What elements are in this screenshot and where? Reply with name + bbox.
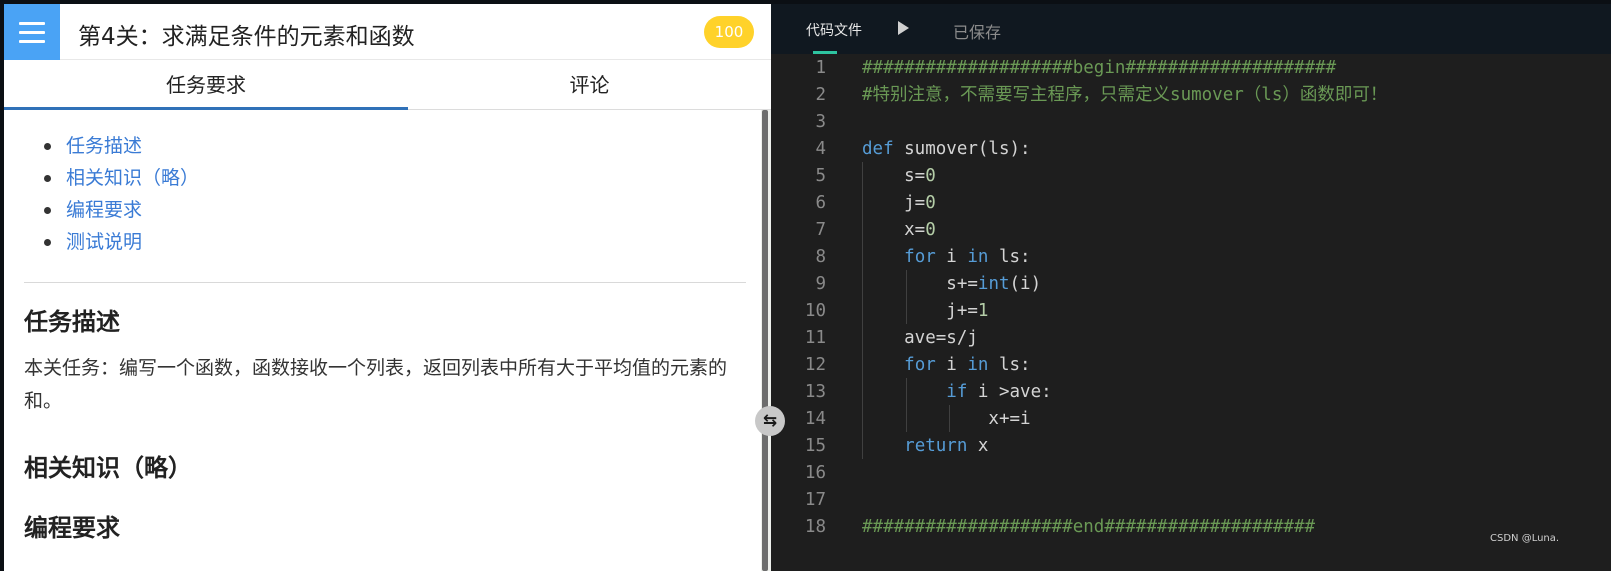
code-line[interactable]: 5 s=0	[771, 163, 1611, 190]
editor-toolbar: 代码文件 已保存	[771, 4, 1611, 54]
code-text: ave=s/j	[862, 328, 978, 348]
code-line[interactable]: 9 s+=int(i)	[771, 271, 1611, 298]
line-number: 12	[804, 355, 826, 375]
code-text: ####################end#################…	[862, 517, 1316, 537]
section-divider	[24, 282, 746, 283]
heading-task-desc: 任务描述	[24, 308, 120, 336]
line-number: 1	[815, 58, 826, 78]
code-text: for i in ls:	[904, 355, 1031, 375]
code-line[interactable]: 15 return x	[771, 433, 1611, 460]
tab-requirements[interactable]: 任务要求	[4, 60, 408, 110]
line-number: 10	[804, 301, 826, 321]
menu-bar	[19, 21, 45, 25]
line-number: 9	[815, 274, 826, 294]
code-line[interactable]: 17	[771, 487, 1611, 514]
line-number: 7	[815, 220, 826, 240]
line-number: 2	[815, 85, 826, 105]
code-line[interactable]: 1 ####################begin##############…	[771, 55, 1611, 82]
play-icon[interactable]	[898, 21, 909, 35]
code-line[interactable]: 11 ave=s/j	[771, 325, 1611, 352]
code-line[interactable]: 7 x=0	[771, 217, 1611, 244]
swap-arrows-icon[interactable]: ⇆	[755, 406, 785, 436]
line-number: 18	[804, 517, 826, 537]
code-line[interactable]: 6 j=0	[771, 190, 1611, 217]
task-header: 第4关：求满足条件的元素和函数 100	[4, 4, 771, 60]
task-description-text: 本关任务：编写一个函数，函数接收一个列表，返回列表中所有大于平均值的元素的和。	[24, 357, 728, 412]
menu-bar	[19, 39, 45, 43]
toc-link-programming[interactable]: 编程要求	[44, 194, 199, 226]
line-number: 5	[815, 166, 826, 186]
toc-link-task-desc[interactable]: 任务描述	[44, 130, 199, 162]
heading-programming: 编程要求	[24, 514, 120, 542]
code-line[interactable]: 2 #特别注意，不需要写主程序，只需定义sumover（ls）函数即可！	[771, 82, 1611, 109]
code-text: x=0	[862, 220, 936, 240]
code-editor-panel: 代码文件 已保存 1 ####################begin#####…	[771, 4, 1611, 571]
code-line[interactable]: 8 for i in ls:	[771, 244, 1611, 271]
task-panel: 第4关：求满足条件的元素和函数 100 任务要求 评论 任务描述 相关知识（略）…	[0, 4, 771, 571]
task-content: 任务描述 相关知识（略） 编程要求 测试说明 任务描述 本关任务：编写一个函数，…	[4, 110, 761, 571]
line-number: 11	[804, 328, 826, 348]
line-number: 8	[815, 247, 826, 267]
page-title: 第4关：求满足条件的元素和函数	[78, 24, 415, 50]
code-text: j=0	[862, 193, 936, 213]
code-text: ####################begin###############…	[862, 58, 1337, 78]
line-number: 16	[804, 463, 826, 483]
code-line[interactable]: 18 ####################end###############…	[771, 514, 1611, 541]
toc-link-knowledge[interactable]: 相关知识（略）	[44, 162, 199, 194]
line-number: 17	[804, 490, 826, 510]
code-line[interactable]: 13 if i >ave:	[771, 379, 1611, 406]
file-tab[interactable]: 代码文件	[806, 20, 862, 40]
tab-bar: 任务要求 评论	[4, 60, 771, 110]
code-line[interactable]: 10 j+=1	[771, 298, 1611, 325]
line-number: 13	[804, 382, 826, 402]
scrollbar-thumb[interactable]	[762, 110, 768, 571]
code-line[interactable]: 14 x+=i	[771, 406, 1611, 433]
menu-bar	[19, 30, 45, 34]
code-text: for i in ls:	[904, 247, 1031, 267]
app-root: 第4关：求满足条件的元素和函数 100 任务要求 评论 任务描述 相关知识（略）…	[0, 0, 1611, 571]
code-line[interactable]: 16	[771, 460, 1611, 487]
line-number: 4	[815, 139, 826, 159]
code-line[interactable]: 12 for i in ls:	[771, 352, 1611, 379]
code-text: #特别注意，不需要写主程序，只需定义sumover（ls）函数即可！	[862, 85, 1388, 105]
code-line[interactable]: 3	[771, 109, 1611, 136]
code-text: return x	[904, 436, 989, 456]
code-text: if i >ave:	[946, 382, 1052, 402]
code-line[interactable]: 4 def sumover(ls):	[771, 136, 1611, 163]
code-text: x+=i	[862, 409, 1031, 429]
toc-link-test[interactable]: 测试说明	[44, 226, 199, 258]
code-text: s=0	[862, 166, 936, 186]
code-text: s+=int(i)	[862, 274, 1042, 294]
code-area[interactable]: 1 ####################begin##############…	[771, 54, 1611, 571]
line-number: 3	[815, 112, 826, 132]
score-badge: 100	[704, 16, 754, 48]
table-of-contents: 任务描述 相关知识（略） 编程要求 测试说明	[44, 130, 199, 258]
watermark: CSDN @Luna.	[1490, 533, 1560, 544]
tab-comments[interactable]: 评论	[408, 60, 771, 110]
code-text: def sumover(ls):	[862, 139, 1031, 159]
code-text: j+=1	[862, 301, 989, 321]
hamburger-menu-icon[interactable]	[4, 4, 60, 60]
heading-knowledge: 相关知识（略）	[24, 454, 192, 482]
line-number: 6	[815, 193, 826, 213]
line-number: 15	[804, 436, 826, 456]
save-status: 已保存	[953, 23, 1002, 42]
